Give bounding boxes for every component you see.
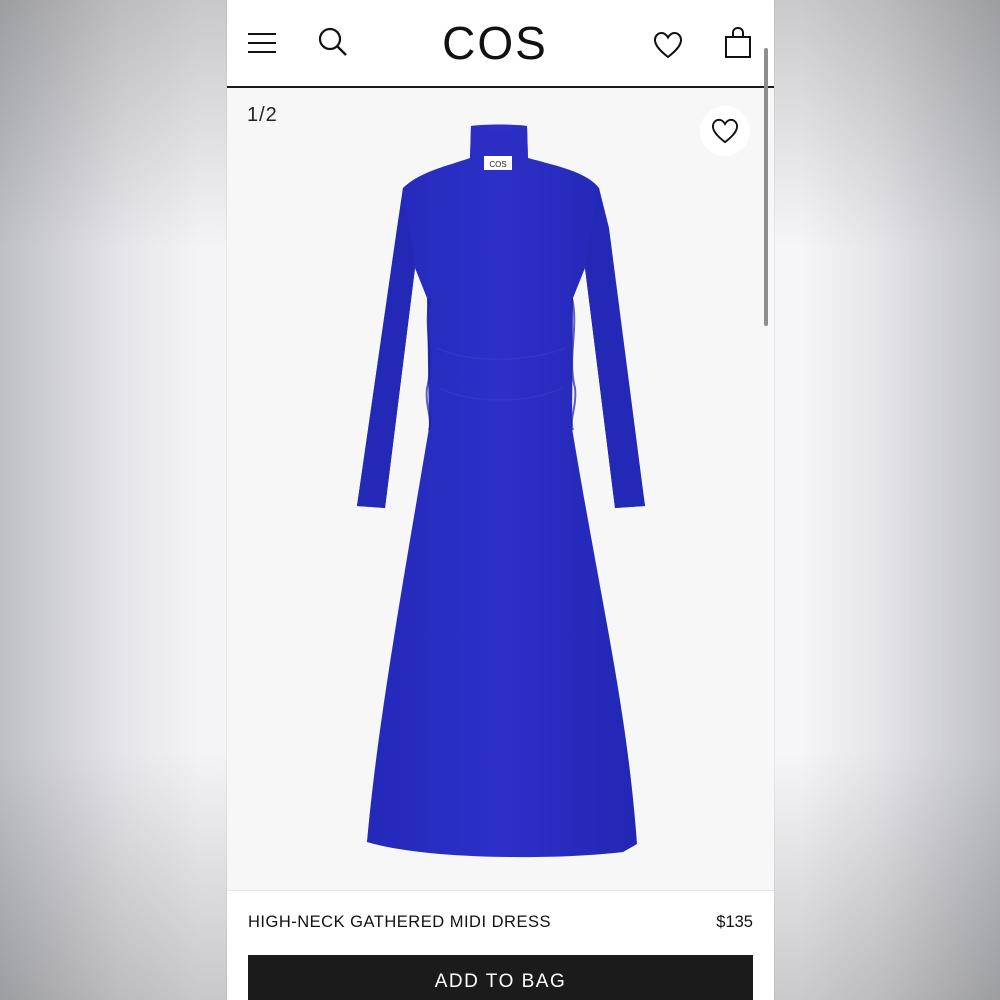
menu-button[interactable]: [245, 26, 279, 60]
product-image: COS: [357, 124, 645, 858]
product-image-gallery[interactable]: COS 1/2: [227, 88, 774, 890]
wishlist-button[interactable]: [651, 28, 685, 62]
scrollbar[interactable]: [764, 48, 768, 326]
heart-icon: [711, 118, 739, 144]
phone-screen: COS COS 1/2 HIGH-NECK GATHERED MIDI DRES…: [227, 0, 774, 1000]
search-button[interactable]: [315, 24, 351, 60]
heart-icon: [653, 31, 683, 59]
site-header: COS: [227, 0, 774, 88]
brand-logo[interactable]: COS: [425, 17, 565, 69]
hamburger-menu-icon: [248, 33, 276, 53]
product-price: $135: [716, 913, 753, 931]
bag-button[interactable]: [721, 24, 755, 62]
add-to-bag-button[interactable]: ADD TO BAG: [248, 955, 753, 1000]
garment-label: COS: [489, 160, 506, 169]
product-info: HIGH-NECK GATHERED MIDI DRESS $135 ADD T…: [227, 890, 774, 1000]
product-name[interactable]: HIGH-NECK GATHERED MIDI DRESS: [248, 913, 551, 932]
favorite-button[interactable]: [700, 106, 750, 156]
shopping-bag-icon: [725, 26, 751, 58]
search-icon: [318, 27, 347, 56]
image-counter: 1/2: [247, 104, 278, 126]
